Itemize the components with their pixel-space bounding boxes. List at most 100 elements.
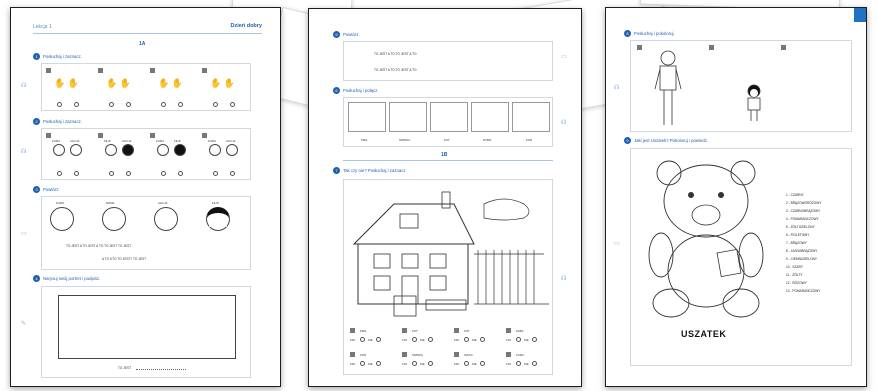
name-label: ZUZIA <box>56 201 65 205</box>
section-title: Jaki jest Uszatek? Pokoloruj i powiedz. <box>634 138 709 143</box>
yes-no-word: ŻABA <box>516 329 524 333</box>
repeat-sentence: TO JEST A TO JEST A TO TO JEST TO JEST <box>66 244 132 248</box>
no-label: NIE <box>420 362 425 366</box>
speech-bubble-icon: ▭ <box>561 54 567 60</box>
no-circle[interactable] <box>532 337 537 342</box>
color-legend-item: 3 - CZARNOBRĄZOWY <box>786 209 821 213</box>
yes-circle[interactable] <box>412 337 417 342</box>
color-legend-item: 5 - ŻÓŁTOZIELONY <box>786 225 815 229</box>
no-circle[interactable] <box>428 337 433 342</box>
child-face-dark-hair <box>122 144 134 156</box>
answer-circle[interactable] <box>57 102 62 107</box>
color-legend-item: 12 - RÓŻOWY <box>786 281 807 285</box>
answer-circle[interactable] <box>57 171 62 176</box>
answer-circle[interactable] <box>74 171 79 176</box>
portrait-drawing-area[interactable] <box>58 295 236 359</box>
name-label: ZUZIA <box>208 139 217 143</box>
yes-label: TAK <box>402 362 408 366</box>
yes-label: TAK <box>454 362 460 366</box>
answer-circle[interactable] <box>178 171 183 176</box>
child-face <box>70 144 82 156</box>
no-label: NIE <box>420 338 425 342</box>
no-circle[interactable] <box>428 361 433 366</box>
section-number: 8 <box>624 30 631 37</box>
no-circle[interactable] <box>480 361 485 366</box>
exercise-9-box: 1 - CZARNY 2 - BRĄZOWORÓŻOWY 3 - CZARNOB… <box>630 148 852 366</box>
pencil-icon: ✎ <box>21 321 27 327</box>
part-label: 1A <box>139 41 146 47</box>
worksheet-page-3: 8 Posłuchaj i pokoloruj. ☊ 9 Jaki jest U… <box>605 7 867 387</box>
lesson-title: Dzień dobry <box>230 23 262 29</box>
item-marker <box>98 68 103 73</box>
answer-circle[interactable] <box>230 171 235 176</box>
section-number: 3 <box>33 186 40 193</box>
answer-circle[interactable] <box>230 102 235 107</box>
headphones-icon: ☊ <box>561 120 567 126</box>
item-marker <box>454 328 459 333</box>
name-label: MAMA <box>106 201 115 205</box>
name-label: FILIP <box>104 139 111 143</box>
farm-scene-illustration <box>352 191 549 317</box>
name-label: FILIP <box>212 201 219 205</box>
girl-figure <box>747 84 761 121</box>
color-legend-item: 9 - CIEMNOZIELONY <box>786 257 817 261</box>
zuzia-face <box>50 207 74 231</box>
answer-circle[interactable] <box>109 102 114 107</box>
name-label: ZUZIA <box>52 139 61 143</box>
filip-face <box>206 207 230 231</box>
color-legend-item: 1 - CZARNY <box>786 193 804 197</box>
item-marker <box>350 328 355 333</box>
child-face <box>226 144 238 156</box>
no-circle[interactable] <box>480 337 485 342</box>
answer-circle[interactable] <box>178 102 183 107</box>
item-marker <box>506 352 511 357</box>
section-number: 9 <box>624 137 631 144</box>
dog-picture <box>348 102 386 132</box>
repeat-sentence: A TO KTO TO JEST? TO JEST <box>102 257 147 261</box>
section-number: 5 <box>333 31 340 38</box>
no-label: NIE <box>472 362 477 366</box>
no-label: NIE <box>368 362 373 366</box>
yes-no-word: ŚWINKA <box>412 353 424 357</box>
item-marker <box>709 45 714 50</box>
section-title: Powtórz. <box>343 32 360 37</box>
no-circle[interactable] <box>532 361 537 366</box>
yes-label: TAK <box>350 338 356 342</box>
yes-circle[interactable] <box>360 337 365 342</box>
section-title: Posłuchaj i połącz. <box>343 88 379 93</box>
answer-circle[interactable] <box>213 171 218 176</box>
item-marker <box>454 352 459 357</box>
answer-circle[interactable] <box>161 171 166 176</box>
color-legend-item: 2 - BRĄZOWORÓŻOWY <box>786 201 822 205</box>
guinea-pig-picture <box>389 102 427 132</box>
color-legend-item: 10 - SZARY <box>786 265 803 269</box>
name-label: FILIP <box>174 139 181 143</box>
caption-answer-line[interactable] <box>136 369 186 370</box>
yes-no-word: OWCA <box>464 353 473 357</box>
yes-circle[interactable] <box>516 337 521 342</box>
no-circle[interactable] <box>376 361 381 366</box>
yes-circle[interactable] <box>516 361 521 366</box>
name-label: ALICJA <box>122 139 132 143</box>
answer-circle[interactable] <box>126 102 131 107</box>
color-legend-item: 6 - FIOLETOWY <box>786 233 810 237</box>
exercise-1-box: ✋ ✋ ✋ ✋ ✋ ✋ ✋ ✋ <box>41 63 251 111</box>
answer-circle[interactable] <box>109 171 114 176</box>
yes-circle[interactable] <box>412 361 417 366</box>
answer-circle[interactable] <box>213 102 218 107</box>
exercise-6-box: PIES ŚWINKA KOT RYBKI KOŃ <box>343 97 553 147</box>
headphones-icon: ☊ <box>21 83 27 89</box>
animal-label: RYBKI <box>483 138 492 142</box>
lesson-label: Lekcja 1 <box>33 24 52 30</box>
yes-circle[interactable] <box>360 361 365 366</box>
answer-circle[interactable] <box>126 171 131 176</box>
yes-circle[interactable] <box>464 337 469 342</box>
section-title: Narysuj swój portret i podpisz. <box>43 276 101 281</box>
answer-circle[interactable] <box>74 102 79 107</box>
hand-wave-icon: ✋ ✋ <box>54 78 79 88</box>
answer-circle[interactable] <box>161 102 166 107</box>
yes-circle[interactable] <box>464 361 469 366</box>
headphones-icon: ☊ <box>21 149 27 155</box>
boy-figure <box>654 50 682 125</box>
no-circle[interactable] <box>376 337 381 342</box>
